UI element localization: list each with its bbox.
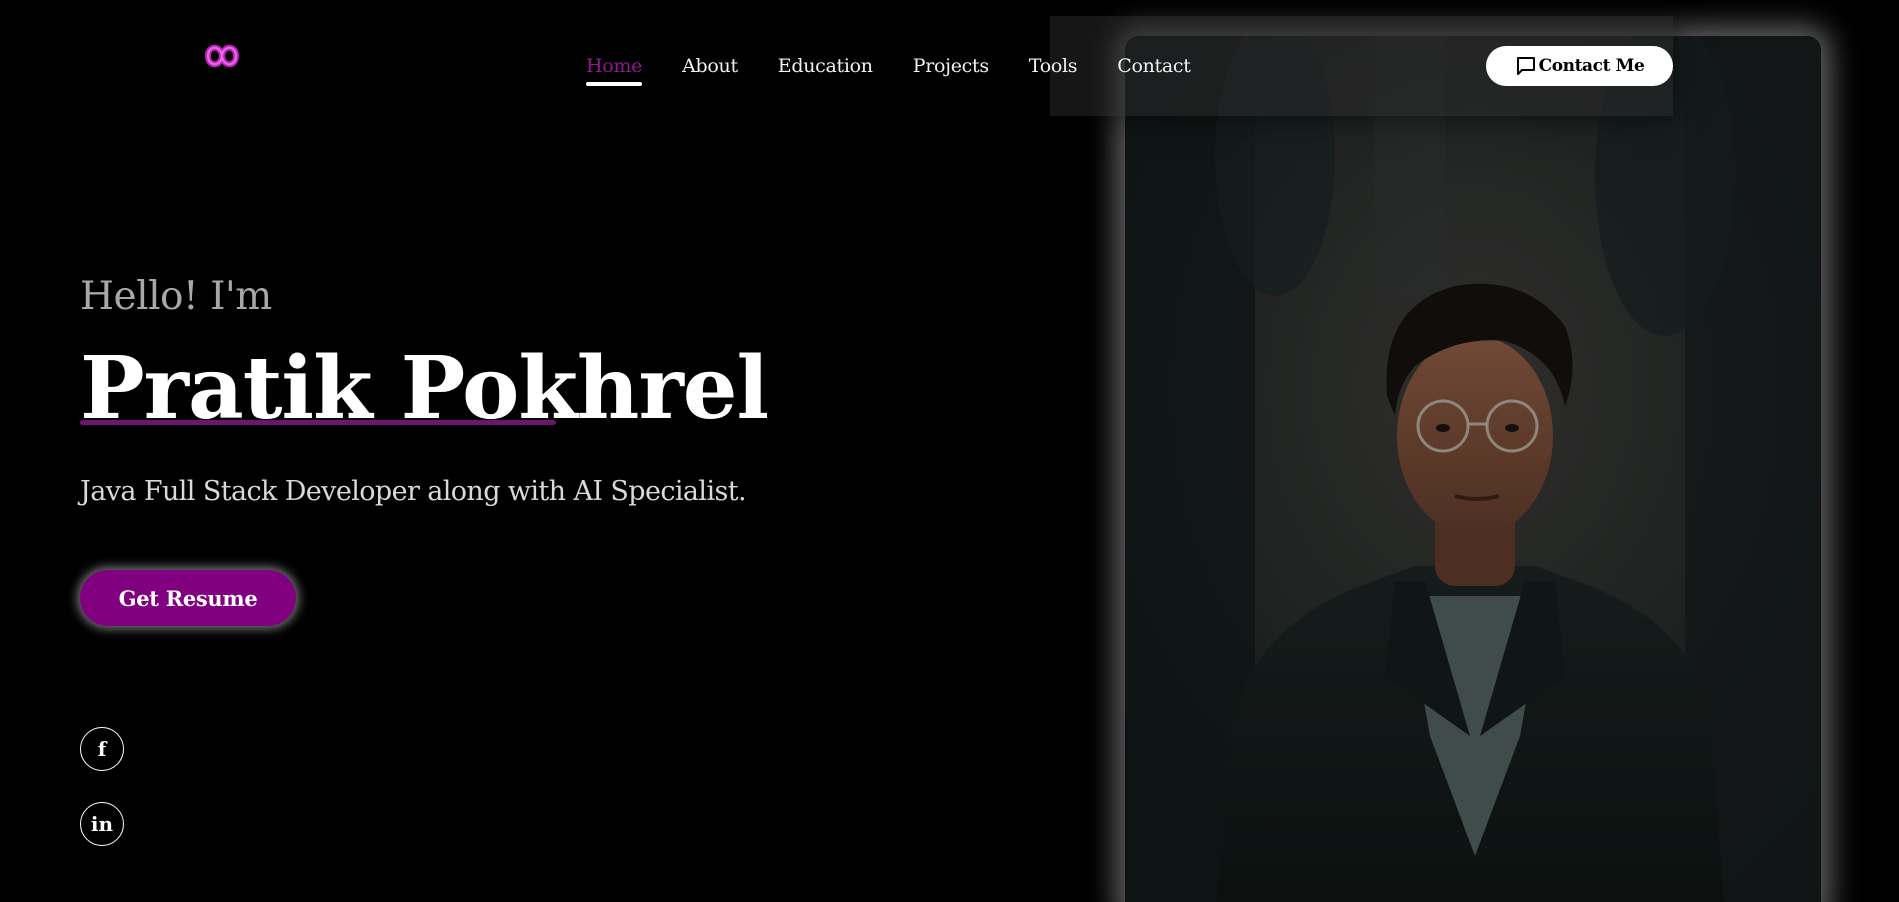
contact-me-button[interactable]: Contact Me — [1486, 46, 1673, 86]
name-text: Pratik Pokhrel — [80, 338, 769, 439]
get-resume-button[interactable]: Get Resume — [80, 570, 296, 626]
portrait-photo — [1125, 36, 1821, 902]
linkedin-icon[interactable]: in — [80, 802, 124, 846]
name-heading: Pratik Pokhrel — [80, 334, 769, 444]
page: Home About Education Projects Tools Cont… — [0, 0, 1899, 902]
contact-me-label: Contact Me — [1538, 56, 1645, 76]
nav-education[interactable]: Education — [778, 52, 873, 80]
infinity-icon[interactable] — [194, 36, 250, 76]
chat-bubble-icon — [1515, 55, 1537, 77]
nav-home[interactable]: Home — [586, 52, 642, 86]
main-nav: Home About Education Projects Tools Cont… — [586, 52, 1231, 86]
nav-contact[interactable]: Contact — [1117, 52, 1191, 80]
nav-tools[interactable]: Tools — [1029, 52, 1078, 80]
subtitle-text: Java Full Stack Developer along with AI … — [80, 476, 747, 507]
nav-about[interactable]: About — [682, 52, 738, 80]
greeting-text: Hello! I'm — [80, 274, 272, 319]
nav-projects[interactable]: Projects — [913, 52, 989, 80]
facebook-icon[interactable]: f — [80, 727, 124, 771]
